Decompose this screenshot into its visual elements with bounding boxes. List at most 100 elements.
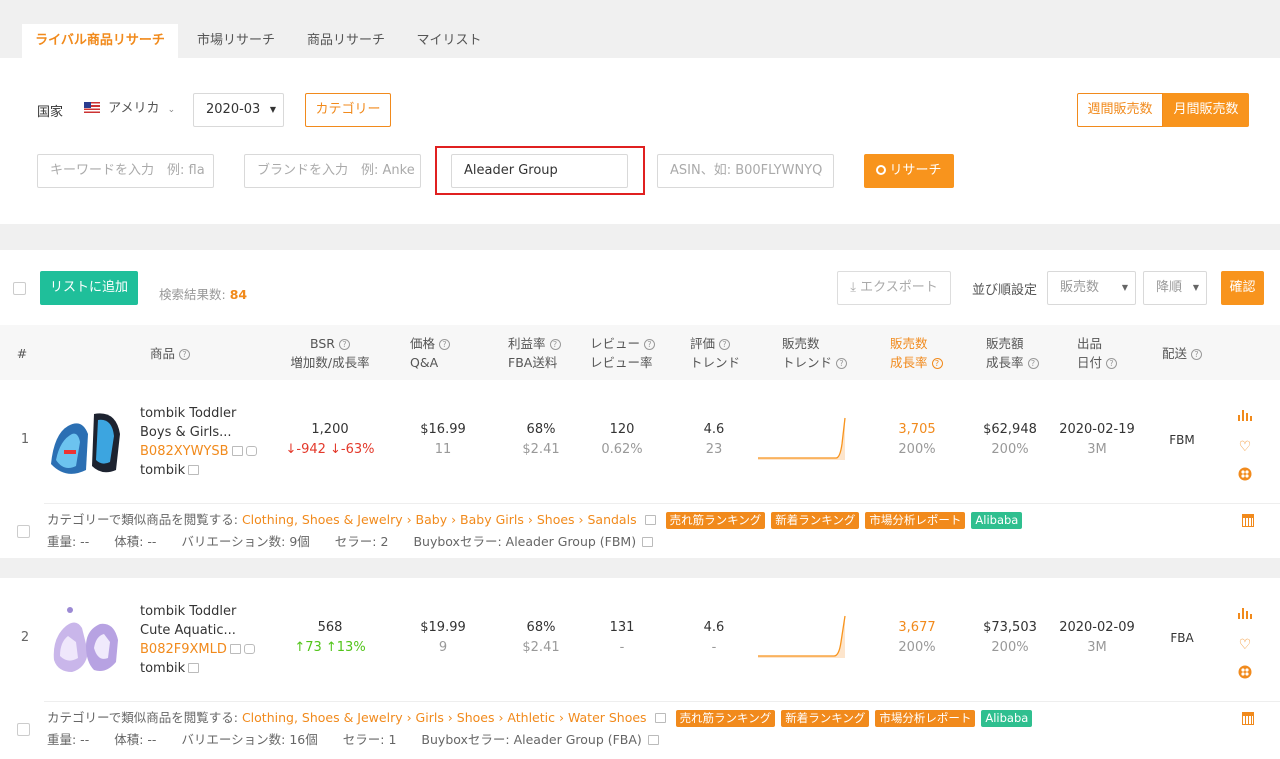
external-link-icon[interactable]	[644, 515, 656, 525]
tab-bar: ライバル商品リサーチ 市場リサーチ 商品リサーチ マイリスト	[0, 0, 1280, 58]
review-count: 120	[609, 422, 635, 437]
weekly-sales-toggle[interactable]: 週間販売数	[1077, 93, 1163, 127]
col-rating: 評価 ? トレンド	[690, 334, 750, 372]
profit-cell: 68% $2.41	[508, 618, 574, 658]
listing-age: 3M	[1087, 442, 1107, 457]
seller-input[interactable]: Aleader Group	[451, 154, 628, 188]
rating-cell: 4.6 23	[684, 420, 744, 460]
sort-field-select[interactable]: 販売数 ▼	[1047, 271, 1136, 305]
sales-trend-sparkline[interactable]	[758, 612, 848, 658]
bsr-cell: 1,200 ↓-942 ↓-63%	[275, 420, 385, 460]
export-button[interactable]: ⤓ エクスポート	[837, 271, 951, 305]
category-prefix: カテゴリーで類似商品を閲覧する:	[47, 512, 238, 527]
external-link-icon[interactable]	[647, 735, 659, 745]
external-link-icon[interactable]	[231, 446, 243, 456]
product-image[interactable]	[46, 602, 124, 680]
alibaba-tag[interactable]: Alibaba	[971, 512, 1023, 529]
tab-rival-product-research[interactable]: ライバル商品リサーチ	[22, 24, 178, 58]
fba-value: $2.41	[522, 442, 560, 457]
external-link-icon[interactable]	[642, 537, 654, 547]
col-sales-growth[interactable]: 販売数 成長率 ?	[890, 334, 952, 372]
category-path-link[interactable]: Clothing, Shoes & Jewelry › Girls › Shoe…	[242, 710, 647, 725]
col-price-label: 価格	[410, 336, 436, 351]
alibaba-tag[interactable]: Alibaba	[981, 710, 1033, 727]
country-select[interactable]: アメリカ ⌄	[84, 97, 175, 121]
buybox-seller: Buyboxセラー: Aleader Group (FBA)	[421, 732, 642, 747]
brand-link[interactable]: tombik	[140, 463, 185, 478]
more-icon[interactable]	[1236, 660, 1254, 690]
results-panel: リストに追加 検索結果数: 84 ⤓ エクスポート 並び順設定 販売数 ▼ 降順…	[0, 250, 1280, 759]
month-value: 2020-03	[206, 102, 261, 117]
product-title[interactable]: tombik Toddler	[140, 602, 255, 621]
col-revenue-label: 販売額	[986, 336, 1024, 351]
product-title-cont[interactable]: Cute Aquatic...	[140, 621, 255, 640]
confirm-button[interactable]: 確認	[1221, 271, 1264, 305]
tab-product-research[interactable]: 商品リサーチ	[296, 24, 396, 58]
col-product: 商品 ?	[140, 344, 200, 363]
external-link-icon[interactable]	[188, 663, 200, 673]
add-to-list-button[interactable]: リストに追加	[40, 271, 138, 305]
external-link-icon[interactable]	[654, 713, 666, 723]
qa-value: 9	[438, 640, 448, 655]
calculator-icon[interactable]	[1242, 712, 1254, 725]
row-checkbox[interactable]	[17, 723, 30, 736]
monthly-sales-toggle[interactable]: 月間販売数	[1163, 93, 1249, 127]
search-button[interactable]: リサーチ	[864, 154, 954, 188]
category-path-link[interactable]: Clothing, Shoes & Jewelry › Baby › Baby …	[242, 512, 637, 527]
market-report-tag[interactable]: 市場分析レポート	[865, 512, 966, 529]
brand-link[interactable]: tombik	[140, 661, 185, 676]
more-icon[interactable]	[1236, 462, 1254, 492]
bsr-cell: 568 ↑73 ↑13%	[275, 618, 385, 658]
calculator-icon[interactable]	[1242, 514, 1254, 527]
brand-input[interactable]: ブランドを入力 例: Anke	[244, 154, 421, 188]
buybox-seller: Buyboxセラー: Aleader Group (FBM)	[413, 534, 637, 549]
col-bsr-label: BSR	[310, 336, 335, 351]
bar-chart-icon[interactable]	[1236, 600, 1254, 630]
sales-trend-sparkline[interactable]	[758, 414, 848, 460]
sort-order-select[interactable]: 降順 ▼	[1143, 271, 1207, 305]
sort-field-value: 販売数	[1060, 280, 1100, 295]
product-details: 重量: -- 体積: -- バリエーション数: 16個 セラー: 1	[47, 732, 397, 747]
external-link-icon[interactable]	[229, 644, 241, 654]
select-all-checkbox[interactable]	[13, 282, 26, 295]
us-flag-icon	[84, 102, 100, 113]
external-link-icon[interactable]	[188, 465, 200, 475]
help-icon: ?	[1191, 349, 1202, 360]
best-seller-ranking-tag[interactable]: 売れ筋ランキング	[675, 710, 776, 727]
market-report-tag[interactable]: 市場分析レポート	[875, 710, 976, 727]
category-line: カテゴリーで類似商品を閲覧する: Clothing, Shoes & Jewel…	[47, 708, 1033, 728]
row-index: 2	[20, 630, 30, 645]
keyword-input[interactable]: キーワードを入力 例: fla	[37, 154, 214, 188]
new-release-ranking-tag[interactable]: 新着ランキング	[771, 512, 860, 529]
asin-link[interactable]: B082XYWYSB	[140, 444, 229, 459]
product-title[interactable]: tombik Toddler	[140, 404, 257, 423]
category-button[interactable]: カテゴリー	[305, 93, 391, 127]
heart-icon[interactable]: ♡	[1236, 432, 1254, 462]
sales-value: 3,677	[898, 620, 936, 635]
best-seller-ranking-tag[interactable]: 売れ筋ランキング	[665, 512, 766, 529]
new-release-ranking-tag[interactable]: 新着ランキング	[781, 710, 870, 727]
details-line: 重量: -- 体積: -- バリエーション数: 9個 セラー: 2 Buybox…	[47, 532, 654, 552]
table-row: 1 tombik Toddler Boys & Girls... B082XYW…	[0, 380, 1280, 558]
sales-cell: 3,677 200%	[884, 618, 950, 658]
asin-link[interactable]: B082F9XMLD	[140, 642, 227, 657]
month-select[interactable]: 2020-03 ▼	[193, 93, 284, 127]
product-image[interactable]	[46, 404, 124, 482]
row-checkbox[interactable]	[17, 525, 30, 538]
revenue-growth: 200%	[991, 442, 1029, 457]
col-product-label: 商品	[150, 346, 176, 361]
heart-icon[interactable]: ♡	[1236, 630, 1254, 660]
comment-icon[interactable]	[243, 644, 255, 654]
rating-value: 4.6	[703, 422, 725, 437]
tab-my-list[interactable]: マイリスト	[406, 24, 492, 58]
details-line: 重量: -- 体積: -- バリエーション数: 16個 セラー: 1 Buybo…	[47, 730, 659, 750]
product-details: 重量: -- 体積: -- バリエーション数: 9個 セラー: 2	[47, 534, 389, 549]
comment-icon[interactable]	[245, 446, 257, 456]
help-icon: ?	[338, 339, 350, 350]
listing-date: 2020-02-19	[1059, 422, 1135, 437]
product-title-cont[interactable]: Boys & Girls...	[140, 423, 257, 442]
tab-market-research[interactable]: 市場リサーチ	[186, 24, 286, 58]
help-icon: ?	[439, 339, 450, 350]
bar-chart-icon[interactable]	[1236, 402, 1254, 432]
asin-input[interactable]: ASIN、如: B00FLYWNYQ	[657, 154, 834, 188]
